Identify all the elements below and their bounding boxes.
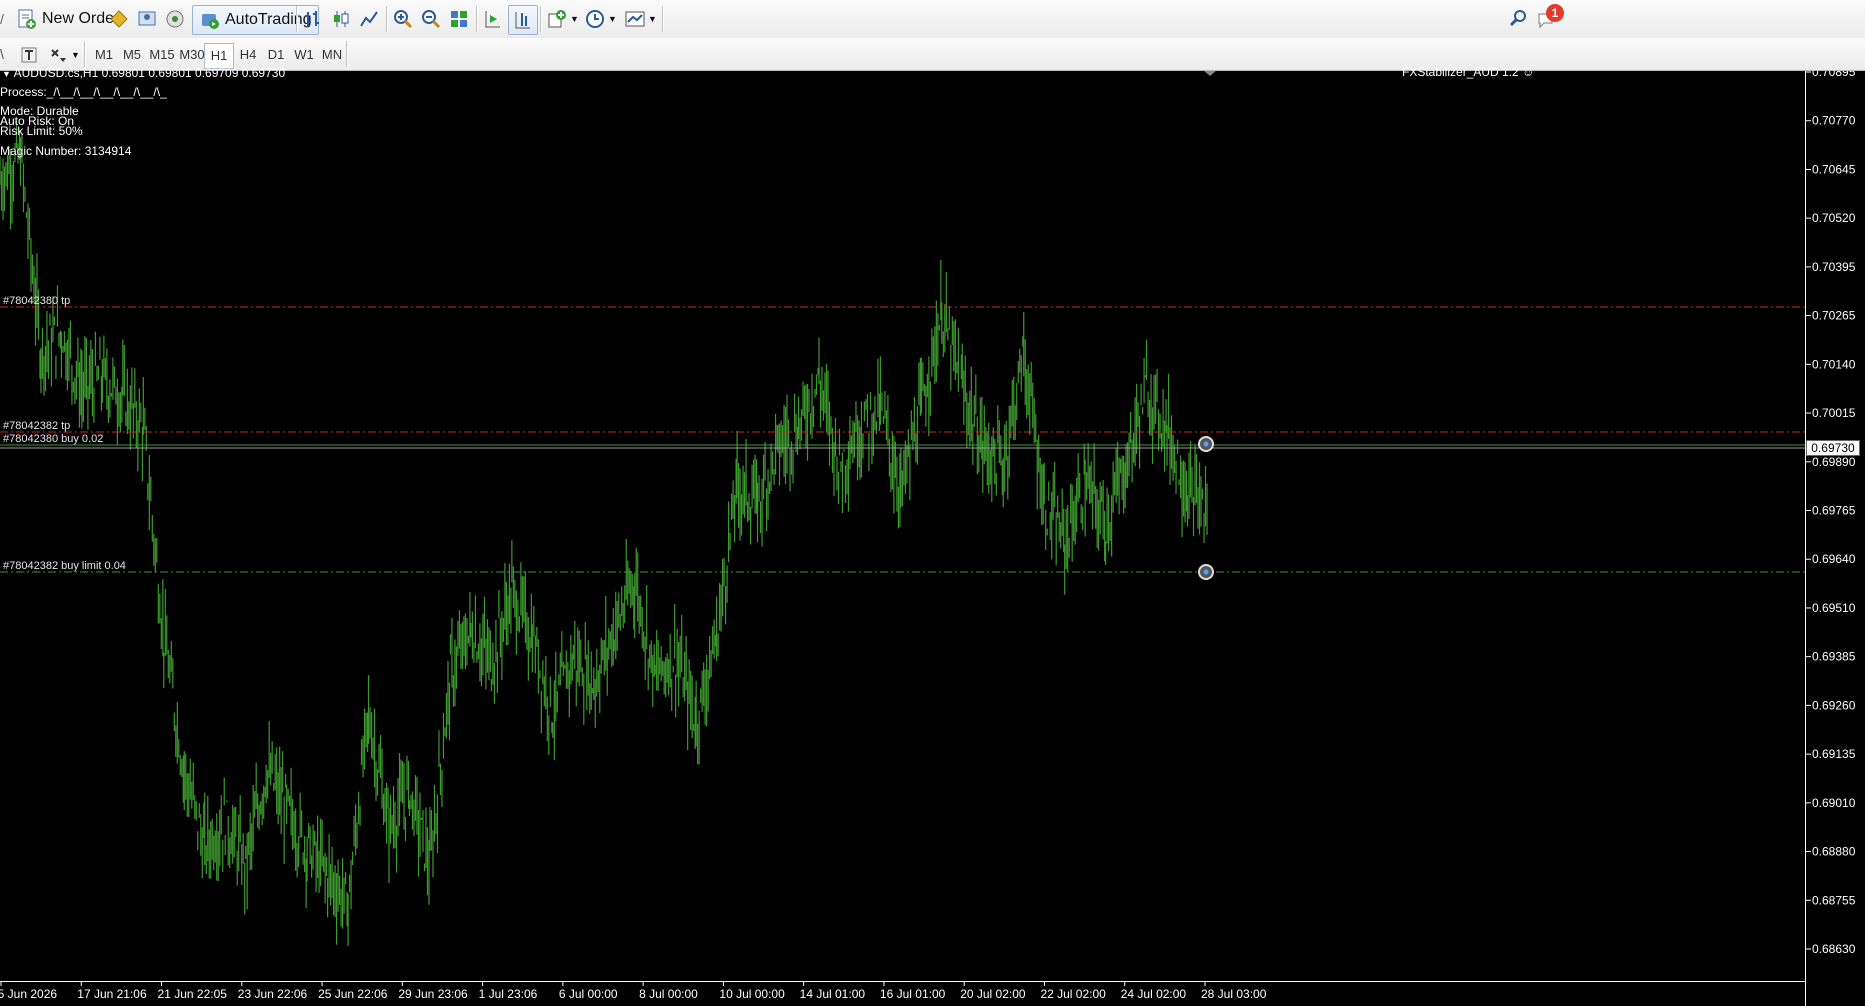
zoom-in-icon <box>392 8 414 30</box>
search-button[interactable] <box>1508 5 1530 33</box>
periods-button[interactable]: ▼ <box>584 5 617 33</box>
candlestick-button[interactable] <box>330 5 352 33</box>
indicators-button[interactable]: ▼ <box>546 5 579 33</box>
auto-trading-button[interactable]: AutoTrading <box>192 5 319 35</box>
text-icon <box>18 44 40 66</box>
indicator-name: FXStabilizer_AUD 1.2 <box>1402 65 1519 79</box>
current-price-tag: 0.69730 <box>1806 440 1860 456</box>
line-chart-button[interactable] <box>358 5 380 33</box>
timeframe-mn[interactable]: MN <box>318 43 346 67</box>
timeframe-w1[interactable]: W1 <box>290 43 318 67</box>
bar-chart-button[interactable] <box>302 5 324 33</box>
zoom-in-button[interactable] <box>392 5 414 33</box>
risk-limit-text: Risk Limit: 50% <box>0 124 83 138</box>
arrows-icon <box>48 44 70 66</box>
chart-canvas: 0.708950.707700.706450.705200.703950.702… <box>0 71 1856 1001</box>
arrows-tool-button[interactable]: ▼ <box>48 41 80 69</box>
order-drag-handle-icon[interactable] <box>1198 436 1214 452</box>
strategy-tester-button[interactable] <box>108 5 130 33</box>
order-line-label: #78042382 buy limit 0.04 <box>3 560 126 572</box>
time-tick-label: 1 Jul 23:06 <box>479 987 538 1001</box>
indicator-label: FXStabilizer_AUD 1.2 ☺ <box>1402 65 1534 79</box>
time-tick-label: 22 Jul 02:00 <box>1040 987 1106 1001</box>
time-tick-label: 16 Jul 01:00 <box>880 987 946 1001</box>
timeframe-m15[interactable]: M15 <box>146 43 178 67</box>
chart-shift-marker <box>1204 71 1216 76</box>
dropdown-arrow-icon: ▼ <box>570 14 579 24</box>
order-line-label: #78042382 tp <box>3 420 70 432</box>
time-tick-label: 8 Jul 00:00 <box>639 987 698 1001</box>
price-axis[interactable] <box>1805 71 1865 1006</box>
tile-icon <box>448 8 470 30</box>
main-toolbar: / New Order AutoTrading ▼ ▼ ▼ 1 <box>0 0 1865 39</box>
process-text: Process:_/\__/\__/\__/\__/\__/\_ <box>0 85 167 99</box>
time-tick-label: 6 Jul 00:00 <box>559 987 618 1001</box>
bar-chart-icon <box>302 8 324 30</box>
magic-number-text: Magic Number: 3134914 <box>0 144 132 158</box>
dropdown-arrow-icon: ▼ <box>608 14 617 24</box>
toolbar-edge: / <box>0 11 4 27</box>
time-tick-label: 14 Jul 01:00 <box>800 987 866 1001</box>
time-tick-label: 28 Jul 03:00 <box>1201 987 1267 1001</box>
template-icon <box>624 8 646 30</box>
auto-trading-label: AutoTrading <box>225 11 312 28</box>
time-tick-label: 10 Jul 00:00 <box>719 987 785 1001</box>
time-axis-line <box>0 981 1805 982</box>
time-tick-label: 25 Jun 22:06 <box>318 987 388 1001</box>
order-drag-handle-icon[interactable] <box>1198 564 1214 580</box>
indicators-icon <box>546 8 568 30</box>
timeframe-d1[interactable]: D1 <box>262 43 290 67</box>
time-tick-label: 20 Jul 02:00 <box>960 987 1026 1001</box>
text-tool-button[interactable] <box>18 41 40 69</box>
signal-icon <box>164 8 186 30</box>
templates-button[interactable]: ▼ <box>624 5 657 33</box>
zoom-out-icon <box>420 8 442 30</box>
new-order-icon <box>16 8 38 30</box>
timeframe-h4[interactable]: H4 <box>234 43 262 67</box>
price-chart[interactable]: 0.70895 0.70770 0.70645 0.70520 0.70395 0.702… <box>0 65 1865 1006</box>
order-line-label: #78042380 tp <box>3 295 70 307</box>
tile-windows-button[interactable] <box>448 5 470 33</box>
chart-shift-button[interactable] <box>508 5 538 35</box>
toolbar-edge: \ <box>0 46 4 62</box>
timeframe-m5[interactable]: M5 <box>118 43 146 67</box>
chart-title: AUDUSD.cs,H1 0.69801 0.69801 0.69709 0.6… <box>13 66 286 80</box>
time-tick-label: 29 Jun 23:06 <box>398 987 468 1001</box>
order-line-label: #78042380 buy 0.02 <box>3 433 103 445</box>
auto-trading-icon <box>199 9 221 31</box>
clock-icon <box>584 8 606 30</box>
timeframe-m1[interactable]: M1 <box>90 43 118 67</box>
dropdown-arrow-icon: ▼ <box>648 14 657 24</box>
notification-badge: 1 <box>1546 4 1564 22</box>
chart-shift-icon <box>512 9 534 31</box>
candlestick-icon <box>330 8 352 30</box>
signals-button[interactable] <box>164 5 186 33</box>
line-chart-icon <box>358 8 380 30</box>
time-tick-label: 17 Jun 21:06 <box>77 987 147 1001</box>
market-watch-button[interactable] <box>136 5 158 33</box>
chart-header: ▼ AUDUSD.cs,H1 0.69801 0.69801 0.69709 0… <box>2 66 285 80</box>
dropdown-arrow-icon: ▼ <box>71 50 80 60</box>
diamond-icon <box>108 8 130 30</box>
time-tick-label: 15 Jun 2026 <box>0 987 57 1001</box>
new-order-button[interactable]: New Order <box>16 5 119 33</box>
time-tick-label: 23 Jun 22:06 <box>238 987 308 1001</box>
time-tick-label: 24 Jul 02:00 <box>1121 987 1187 1001</box>
auto-scroll-button[interactable] <box>482 5 504 33</box>
time-tick-label: 21 Jun 22:05 <box>158 987 228 1001</box>
auto-scroll-icon <box>482 8 504 30</box>
search-icon <box>1508 8 1530 30</box>
collapse-triangle-icon: ▼ <box>2 69 11 79</box>
people-icon <box>136 8 158 30</box>
zoom-out-button[interactable] <box>420 5 442 33</box>
smiley-icon: ☺ <box>1522 65 1535 79</box>
